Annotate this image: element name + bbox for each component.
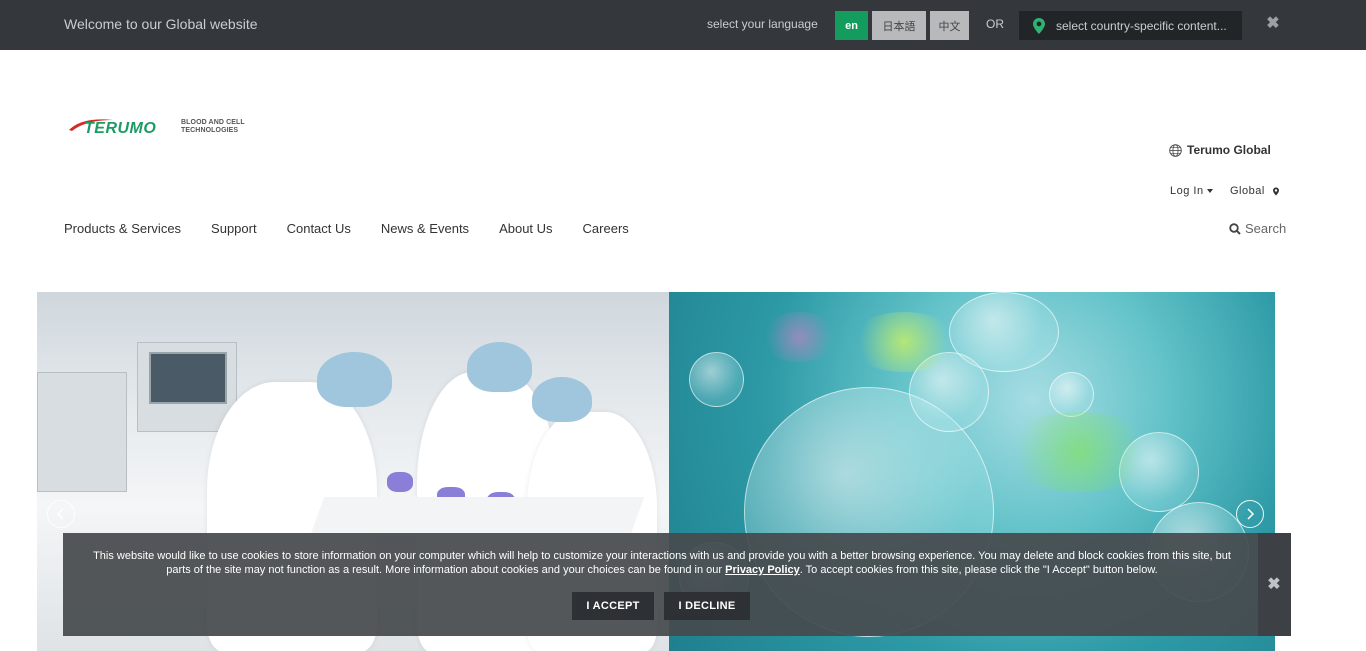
nav-contact-us[interactable]: Contact Us (287, 221, 351, 236)
chevron-down-icon (1206, 189, 1213, 193)
cookie-banner: This website would like to use cookies t… (63, 533, 1258, 636)
cookie-close-icon[interactable]: ✖ (1266, 577, 1282, 593)
map-pin-icon (1033, 17, 1045, 34)
globe-icon (1169, 143, 1182, 157)
language-label: select your language (707, 17, 818, 31)
topbar-close-icon[interactable]: ✖ (1265, 16, 1281, 32)
language-en-button[interactable]: en (835, 11, 868, 40)
cookie-message: This website would like to use cookies t… (83, 549, 1241, 577)
nav-careers[interactable]: Careers (583, 221, 629, 236)
cookie-message-text-end: . To accept cookies from this site, plea… (799, 564, 1158, 576)
search-icon (1229, 222, 1241, 235)
region-selector[interactable]: Global (1230, 185, 1279, 197)
or-label: OR (986, 17, 1004, 31)
nav-products-services[interactable]: Products & Services (64, 221, 181, 236)
accept-cookies-button[interactable]: I ACCEPT (572, 592, 654, 620)
region-label: Global (1230, 185, 1265, 197)
chevron-right-icon (1247, 508, 1255, 520)
top-bar: Welcome to our Global website select you… (0, 0, 1366, 50)
terumo-global-link[interactable]: Terumo Global (1169, 143, 1271, 157)
terumo-logo[interactable]: TERUMO BLOOD AND CELL TECHNOLOGIES (68, 116, 258, 140)
nav-about-us[interactable]: About Us (499, 221, 552, 236)
country-select-placeholder: select country-specific content... (1056, 18, 1227, 33)
login-label: Log In (1170, 185, 1204, 197)
main-nav: Products & Services Support Contact Us N… (64, 221, 659, 236)
welcome-text: Welcome to our Global website (64, 16, 258, 32)
decline-cookies-button[interactable]: I DECLINE (664, 592, 750, 620)
login-dropdown[interactable]: Log In (1170, 185, 1213, 197)
chevron-left-icon (56, 508, 64, 520)
privacy-policy-link[interactable]: Privacy Policy (725, 564, 800, 576)
search-button[interactable]: Search (1229, 221, 1286, 236)
carousel-next-button[interactable] (1236, 500, 1264, 528)
logo-tagline: BLOOD AND CELL TECHNOLOGIES (181, 119, 245, 135)
map-marker-icon (1272, 187, 1279, 195)
logo-brand: TERUMO (84, 120, 157, 137)
nav-news-events[interactable]: News & Events (381, 221, 469, 236)
logo-tagline-line2: TECHNOLOGIES (181, 127, 239, 134)
terumo-global-label: Terumo Global (1187, 143, 1271, 157)
nav-support[interactable]: Support (211, 221, 257, 236)
country-select[interactable]: select country-specific content... (1019, 11, 1242, 40)
carousel-prev-button[interactable] (47, 500, 75, 528)
language-ja-button[interactable]: 日本語 (872, 11, 926, 40)
search-label: Search (1245, 221, 1287, 236)
language-zh-button[interactable]: 中文 (930, 11, 969, 40)
logo-tagline-line1: BLOOD AND CELL (181, 119, 245, 126)
